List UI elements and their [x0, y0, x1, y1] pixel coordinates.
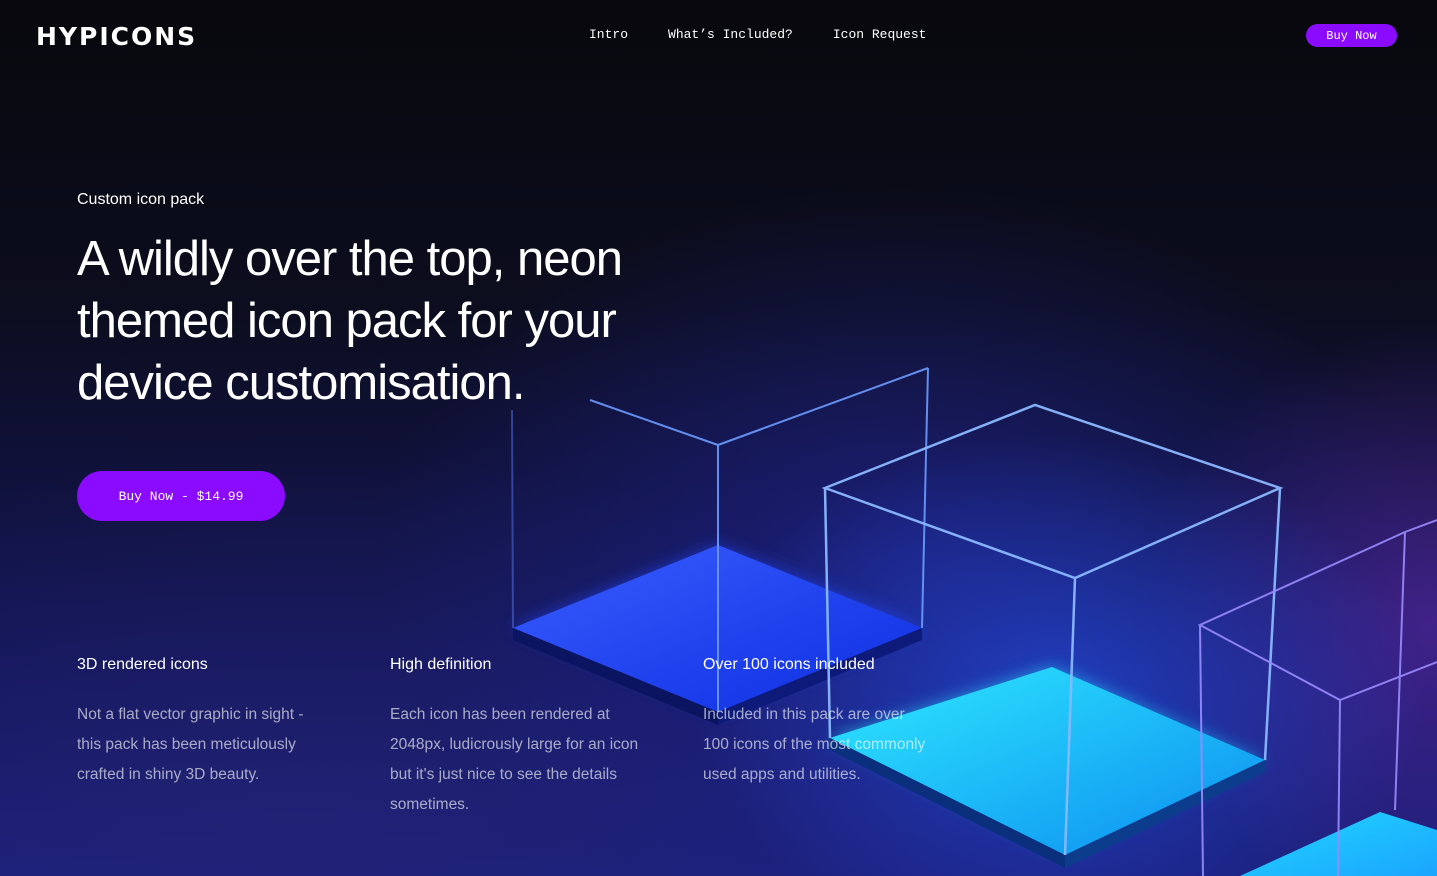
- feature-icon-count: Over 100 icons included Included in this…: [703, 656, 933, 790]
- hero-title: A wildly over the top, neon themed icon …: [77, 232, 623, 410]
- feature-body: Each icon has been rendered at 2048px, l…: [390, 706, 639, 813]
- feature-high-definition: High definition Each icon has been rende…: [390, 656, 640, 820]
- feature-title: 3D rendered icons: [77, 656, 208, 673]
- feature-title: Over 100 icons included: [703, 656, 875, 673]
- feature-3d-rendered: 3D rendered icons Not a flat vector grap…: [77, 656, 327, 790]
- nav-item-whats-included[interactable]: What’s Included?: [668, 27, 793, 42]
- nav-item-intro[interactable]: Intro: [589, 27, 628, 42]
- hero-eyebrow: Custom icon pack: [77, 191, 205, 208]
- nav-item-icon-request[interactable]: Icon Request: [833, 27, 927, 42]
- hero-buy-now-button[interactable]: Buy Now - $14.99: [77, 471, 285, 521]
- top-nav: Intro What’s Included? Icon Request: [589, 27, 926, 42]
- header-buy-now-button[interactable]: Buy Now: [1306, 24, 1397, 47]
- feature-body: Included in this pack are over 100 icons…: [703, 706, 926, 783]
- brand-logo[interactable]: HYPICONS: [36, 22, 197, 51]
- feature-body: Not a flat vector graphic in sight - thi…: [77, 706, 304, 783]
- feature-title: High definition: [390, 656, 492, 673]
